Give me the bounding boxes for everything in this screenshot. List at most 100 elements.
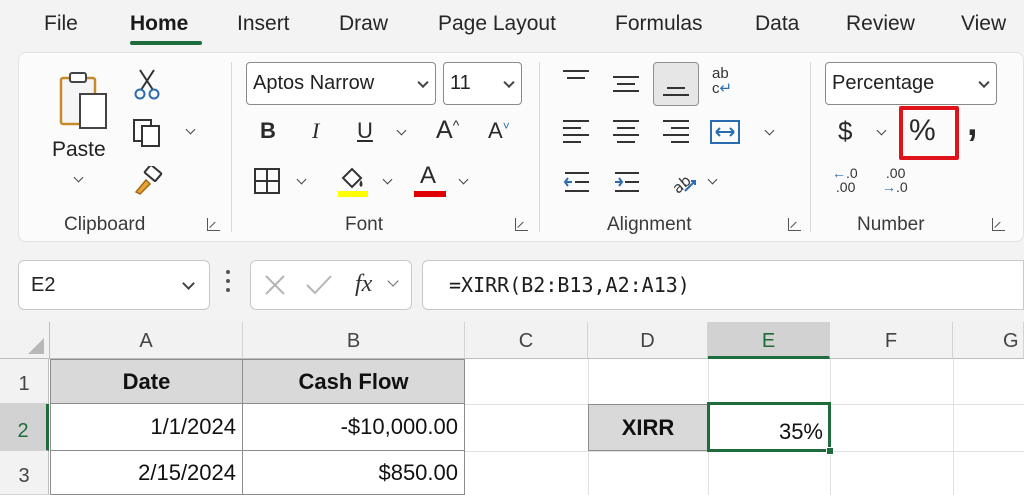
active-cell-border [707,402,831,452]
ribbon-divider [231,62,232,232]
active-tab-indicator [130,41,202,45]
tab-review[interactable]: Review [846,12,915,36]
align-right-icon[interactable] [663,120,689,148]
comma-style-button[interactable]: , [967,104,978,142]
paintbrush-icon [134,164,163,195]
formula-text: =XIRR(B2:B13,A2:A13) [449,273,690,297]
select-all-corner[interactable] [0,322,50,359]
gridline [953,359,954,495]
cell-b1[interactable]: Cash Flow [243,359,465,404]
font-size-select[interactable]: 11 [443,62,522,105]
paste-icon [59,72,107,129]
formula-actions: fx [250,260,412,310]
font-color-swatch [414,191,446,197]
bold-button[interactable]: B [260,120,276,142]
cut-button[interactable] [134,68,160,105]
font-name-value: Aptos Narrow [253,72,375,94]
increase-decimal-icon[interactable]: ←.0 .00 [832,166,858,194]
format-painter-button[interactable] [132,164,164,201]
paint-bucket-icon [338,167,368,197]
fill-handle[interactable] [826,447,834,455]
tab-view[interactable]: View [961,12,1006,36]
paste-label: Paste [52,138,106,161]
highlight-box [899,106,959,160]
tab-formulas[interactable]: Formulas [615,12,703,36]
middle-align-icon[interactable] [613,76,639,97]
alignment-launcher-icon[interactable] [788,218,801,231]
copy-button[interactable] [132,118,162,153]
decrease-font-button[interactable]: A˅ [488,120,510,142]
tab-data[interactable]: Data [755,12,799,36]
font-launcher-icon[interactable] [515,218,528,231]
chevron-down-icon [978,76,990,88]
chevron-down-icon [417,76,429,88]
fill-color-button[interactable] [337,164,369,203]
tab-draw[interactable]: Draw [339,12,388,36]
font-size-value: 11 [450,72,471,94]
font-color-a-icon: A [420,162,437,189]
name-box[interactable]: E2 [18,260,210,310]
alignment-group-label: Alignment [607,214,692,235]
number-format-value: Percentage [832,72,935,94]
increase-font-button[interactable]: A^ [436,118,459,143]
copy-icon [133,119,160,147]
wrap-text-icon[interactable]: ab c↵ [712,66,732,96]
number-launcher-icon[interactable] [992,218,1005,231]
italic-button[interactable]: I [312,120,319,142]
cell-a2[interactable]: 1/1/2024 [50,404,243,451]
cell-a1[interactable]: Date [50,359,243,404]
bottom-align-icon [663,80,689,101]
column-header-g[interactable]: G [953,322,1024,359]
tab-insert[interactable]: Insert [237,12,290,36]
tab-home[interactable]: Home [130,12,188,36]
tab-file[interactable]: File [44,12,78,36]
column-header-f[interactable]: F [830,322,953,359]
more-options-icon[interactable] [226,270,230,296]
ribbon-divider [810,62,811,232]
cell-d2[interactable]: XIRR [588,404,708,451]
clipboard-group-label: Clipboard [64,214,146,235]
borders-icon [254,168,280,194]
svg-text:ab: ab [669,171,695,195]
ribbon-divider [539,62,540,232]
number-format-select[interactable]: Percentage [825,62,997,105]
decrease-decimal-icon[interactable]: .00 →.0 [882,166,908,194]
align-left-icon[interactable] [563,120,589,148]
increase-indent-icon[interactable] [613,170,641,199]
cell-b3[interactable]: $850.00 [243,451,465,495]
cell-b2[interactable]: -$10,000.00 [243,404,465,451]
font-group-label: Font [345,214,384,235]
column-header-e[interactable]: E [708,322,830,359]
column-header-c[interactable]: C [465,322,588,359]
top-align-icon[interactable] [563,70,589,91]
number-group-label: Number [857,214,925,235]
tab-page-layout[interactable]: Page Layout [438,12,556,36]
name-box-value: E2 [31,274,56,296]
align-center-icon[interactable] [613,120,639,148]
chevron-down-icon[interactable] [387,275,399,287]
column-header-b[interactable]: B [243,322,465,359]
insert-function-button[interactable]: fx [355,271,372,298]
column-header-d[interactable]: D [588,322,708,359]
chevron-down-icon [503,76,515,88]
row-header-3[interactable]: 3 [0,451,49,495]
row-header-1[interactable]: 1 [0,359,49,404]
font-color-button[interactable]: A [414,164,446,197]
underline-button[interactable]: U [357,120,373,142]
scissors-icon [134,69,160,100]
formula-input[interactable]: =XIRR(B2:B13,A2:A13) [422,260,1024,310]
row-header-2[interactable]: 2 [0,404,49,451]
cancel-icon[interactable] [263,273,287,297]
merge-center-button[interactable] [710,118,740,151]
borders-button[interactable] [253,167,281,200]
currency-button[interactable]: $ [838,118,852,144]
enter-check-icon[interactable] [305,273,333,297]
chevron-down-icon [182,277,195,290]
decrease-indent-icon[interactable] [563,170,591,199]
clipboard-launcher-icon[interactable] [207,218,220,231]
column-header-a[interactable]: A [50,322,243,359]
orientation-icon[interactable]: ab [667,165,699,200]
font-name-select[interactable]: Aptos Narrow [246,62,436,105]
cell-a3[interactable]: 2/15/2024 [50,451,243,495]
paste-button[interactable] [58,70,110,140]
